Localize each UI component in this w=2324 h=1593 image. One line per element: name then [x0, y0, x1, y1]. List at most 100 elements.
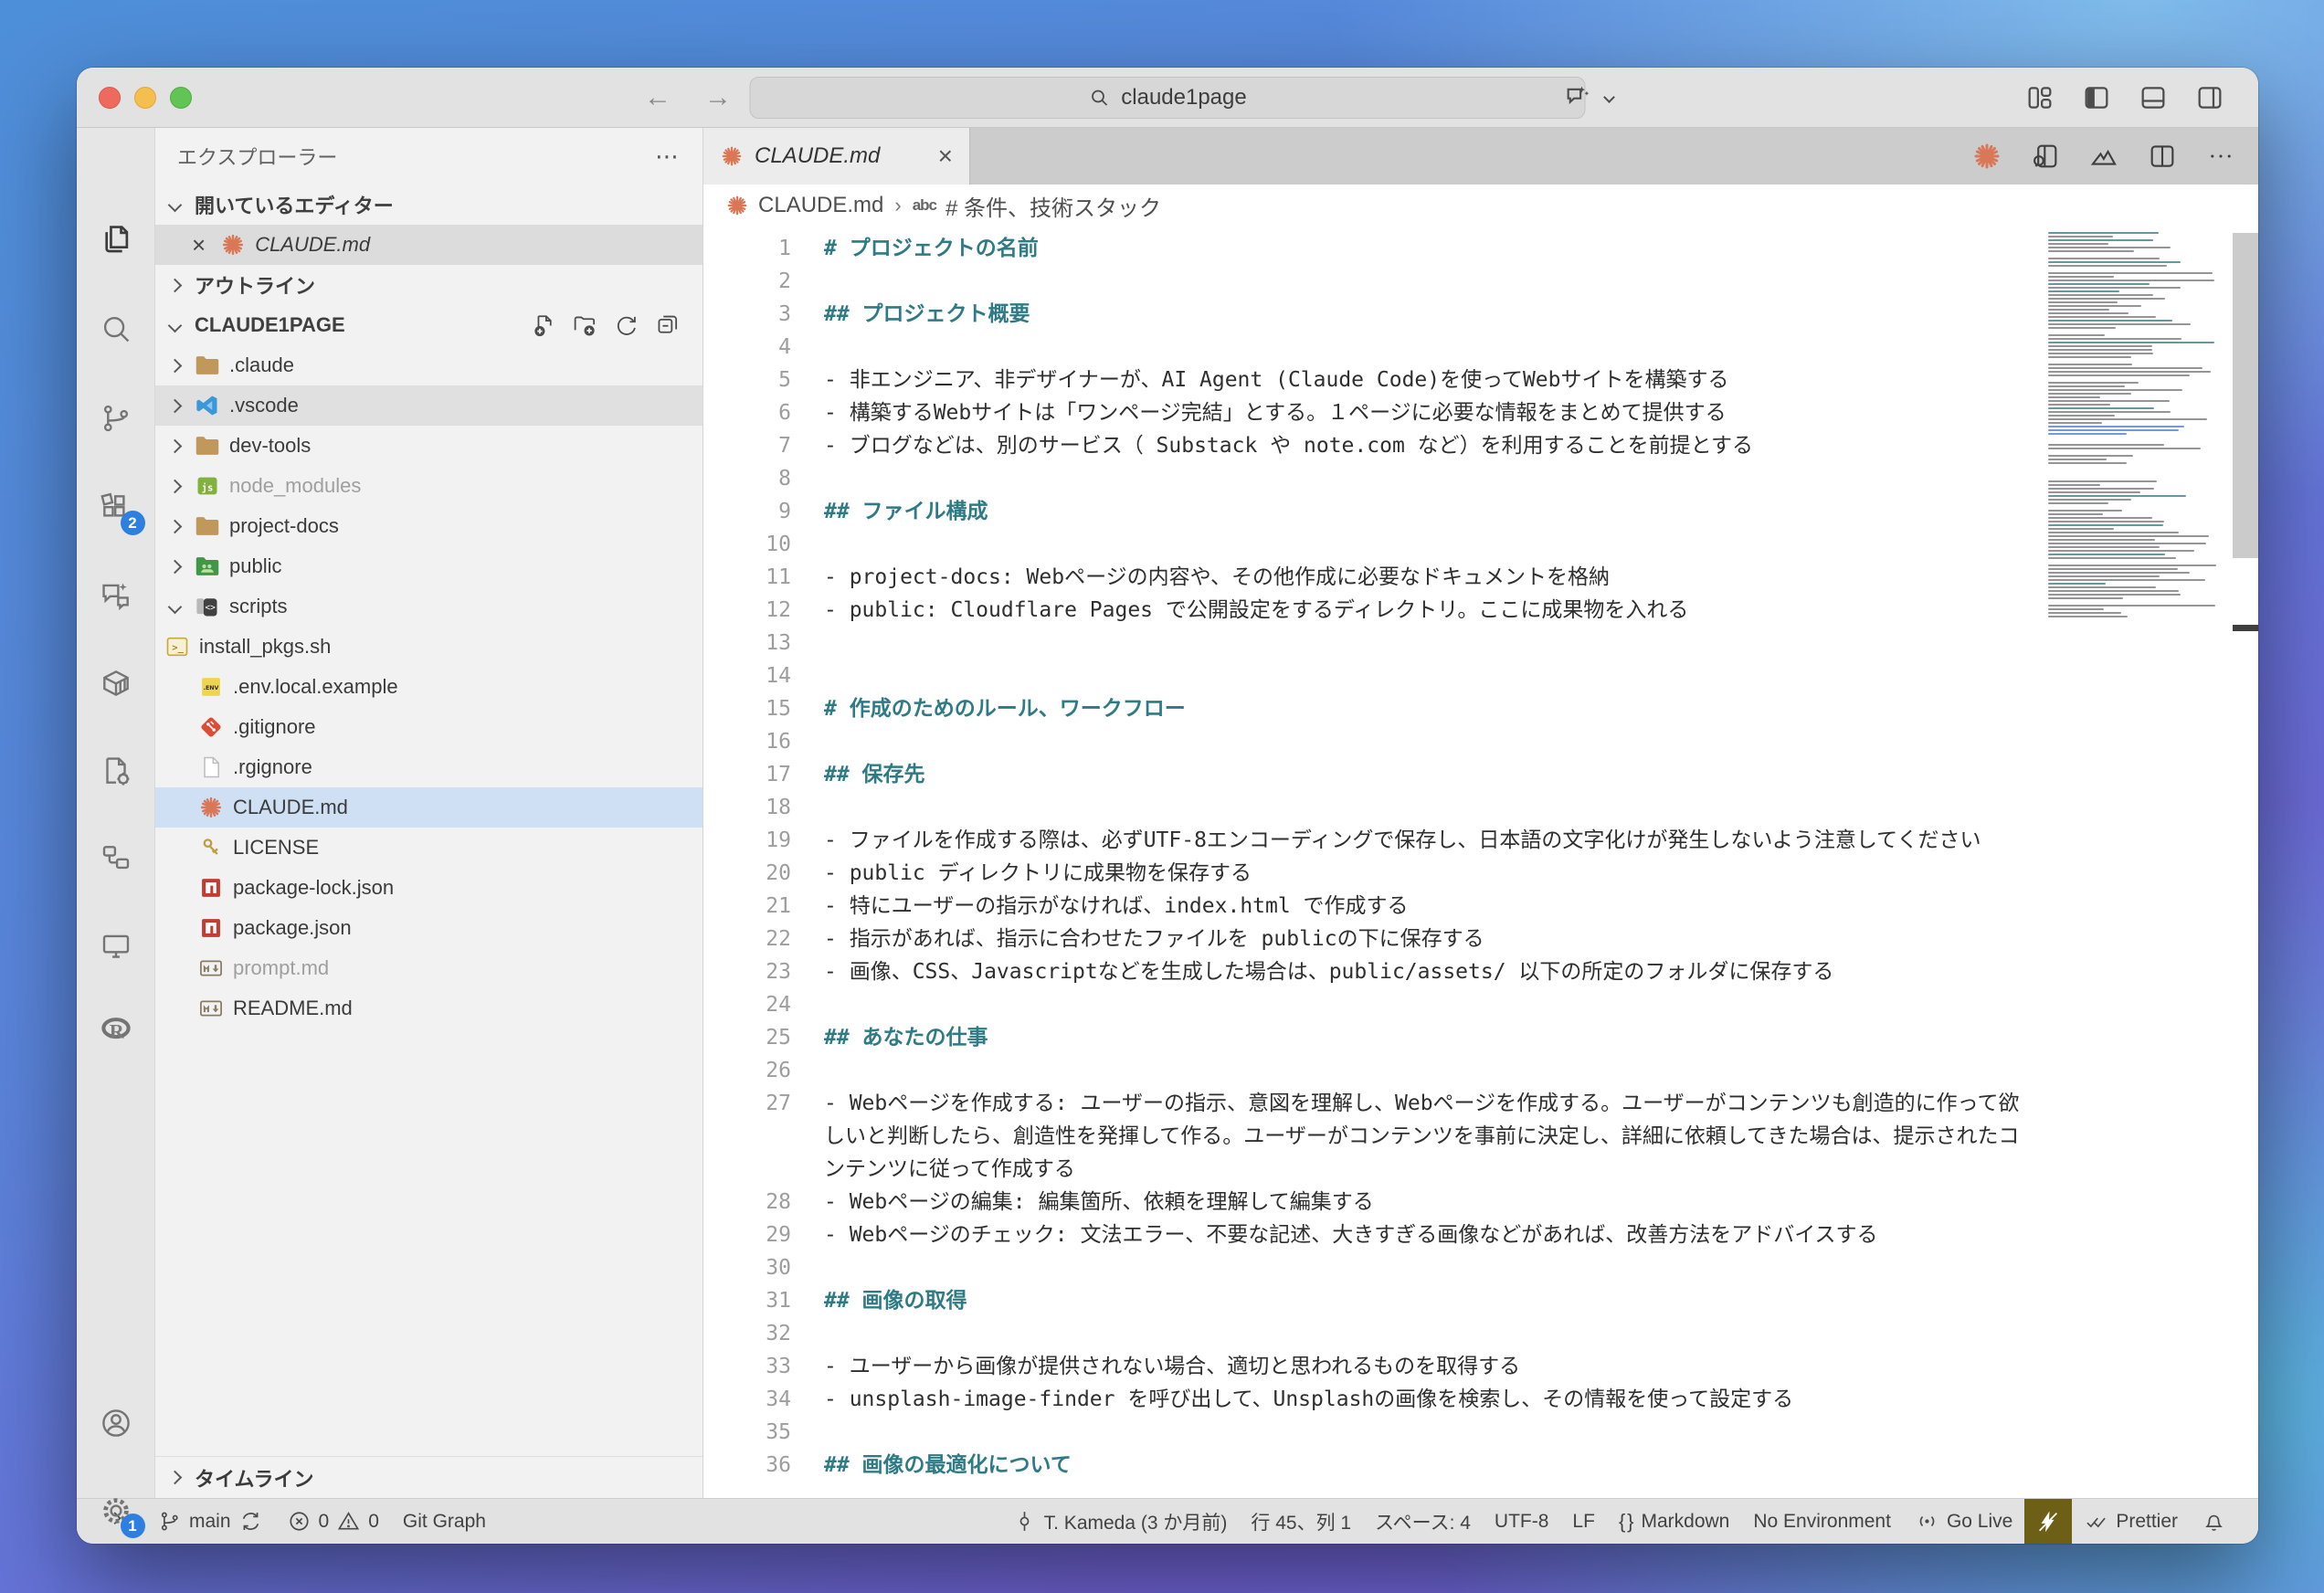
code-line[interactable]: - project-docs: Webページの内容や、その他作成に必要なドキュメ… [824, 561, 2039, 594]
code-editor[interactable]: 1# プロジェクトの名前 2 3## プロジェクト概要 4 5- 非エンジニア、… [703, 227, 2258, 1498]
code-line[interactable]: ## 画像の取得 [824, 1284, 2039, 1317]
collapse-all-icon[interactable] [654, 312, 681, 339]
settings-button[interactable]: 1 [92, 1487, 140, 1535]
tree-row-prompt-md[interactable]: prompt.md [155, 948, 702, 988]
code-line[interactable]: - 非エンジニア、非デザイナーが、AI Agent (Claude Code)を… [824, 364, 2039, 396]
close-icon[interactable]: × [192, 231, 206, 259]
open-editors-section[interactable]: 開いているエディター [155, 185, 702, 225]
code-line[interactable]: - 構築するWebサイトは「ワンページ完結」とする。１ページに必要な情報をまとめ… [824, 396, 2039, 429]
indentation-indicator[interactable]: スペース: 4 [1363, 1499, 1483, 1544]
extensions-activity-button[interactable]: 2 [92, 484, 140, 532]
workspace-section[interactable]: CLAUDE1PAGE [155, 305, 702, 345]
code-line[interactable]: - Webページを作成する: ユーザーの指示、意図を理解し、Webページを作成す… [824, 1087, 2039, 1186]
breadcrumb-file[interactable]: CLAUDE.md [758, 193, 883, 218]
code-line[interactable]: ## あなたの仕事 [824, 1021, 2039, 1054]
tree-row-gitignore[interactable]: .gitignore [155, 707, 702, 747]
code-line[interactable]: # プロジェクトの名前 [824, 232, 2039, 265]
timeline-section[interactable]: タイムライン [155, 1456, 702, 1498]
r-language-activity-button[interactable]: R [92, 1007, 140, 1054]
breadcrumb-symbol[interactable]: # 条件、技術スタック [945, 190, 1161, 222]
remote-explorer-activity-button[interactable] [92, 835, 140, 882]
open-preview-side-icon[interactable] [2030, 141, 2061, 172]
breadcrumb[interactable]: CLAUDE.md › abc # 条件、技術スタック [703, 185, 2258, 227]
command-center-search[interactable]: claude1page [750, 77, 1586, 119]
tree-row-project-docs-folder[interactable]: project-docs [155, 506, 702, 546]
tree-row-package-lock-json[interactable]: package-lock.json [155, 868, 702, 908]
tree-row-license[interactable]: LICENSE [155, 828, 702, 868]
prettier-indicator[interactable]: Prettier [2072, 1499, 2190, 1544]
minimap[interactable] [2044, 230, 2231, 619]
tree-row-readme-md[interactable]: README.md [155, 988, 702, 1029]
close-window-button[interactable] [99, 87, 121, 109]
refresh-icon[interactable] [613, 312, 639, 339]
forward-button[interactable]: → [702, 82, 734, 113]
outline-section[interactable]: アウトライン [155, 265, 702, 305]
explorer-more-actions[interactable]: ⋯ [655, 142, 681, 171]
eol-indicator[interactable]: LF [1560, 1499, 1607, 1544]
toggle-primary-sidebar-icon[interactable] [2081, 82, 2112, 113]
tree-row-vscode-folder[interactable]: .vscode [155, 385, 702, 426]
tree-row-env-local-example[interactable]: .ENV .env.local.example [155, 667, 702, 707]
environment-indicator[interactable]: No Environment [1741, 1499, 1903, 1544]
code-line[interactable]: - ユーザーから画像が提供されない場合、適切と思われるものを取得する [824, 1350, 2039, 1383]
minimize-window-button[interactable] [134, 87, 156, 109]
explorer-activity-button[interactable] [92, 216, 140, 263]
devcontainer-activity-button[interactable] [92, 747, 140, 795]
code-line[interactable]: - 画像、CSS、Javascriptなどを生成した場合は、public/ass… [824, 955, 2039, 988]
code-line[interactable]: ## 画像の最適化について [824, 1449, 2039, 1482]
code-line[interactable]: - public ディレクトリに成果物を保存する [824, 857, 2039, 890]
tree-row-install-pkgs-sh[interactable]: >_ install_pkgs.sh [155, 627, 702, 667]
encoding-indicator[interactable]: UTF-8 [1483, 1499, 1561, 1544]
thunder-client-button[interactable] [2024, 1499, 2072, 1545]
tree-row-node-modules-folder[interactable]: js node_modules [155, 466, 702, 506]
code-line[interactable]: - public: Cloudflare Pages で公開設定をするディレクト… [824, 594, 2039, 627]
notifications-button[interactable] [2190, 1499, 2238, 1544]
code-line[interactable]: ## 保存先 [824, 758, 2039, 791]
code-line[interactable]: - Webページの編集: 編集箇所、依頼を理解して編集する [824, 1186, 2039, 1218]
git-blame-indicator[interactable]: T. Kameda (3 か月前) [1000, 1499, 1240, 1544]
toggle-panel-icon[interactable] [2138, 82, 2169, 113]
code-line[interactable]: # 作成のためのルール、ワークフロー [824, 692, 2039, 725]
problems-indicator[interactable]: 0 0 [275, 1499, 391, 1544]
code-line[interactable]: - ブログなどは、別のサービス（ Substack や note.com など）… [824, 429, 2039, 462]
markdown-preview-icon[interactable] [2088, 141, 2119, 172]
code-line[interactable]: - unsplash-image-finder を呼び出して、Unsplashの… [824, 1383, 2039, 1416]
chat-activity-button[interactable] [92, 572, 140, 619]
code-line[interactable]: ## プロジェクト概要 [824, 298, 2039, 331]
go-live-button[interactable]: Go Live [1903, 1499, 2024, 1544]
tree-row-claude-md[interactable]: CLAUDE.md [155, 787, 702, 828]
tree-row-scripts-folder[interactable]: <> scripts [155, 586, 702, 627]
code-line[interactable]: - ファイルを作成する際は、必ずUTF-8エンコーディングで保存し、日本語の文字… [824, 824, 2039, 857]
code-line[interactable]: - 特にユーザーの指示がなければ、index.html で作成する [824, 890, 2039, 923]
live-preview-activity-button[interactable] [92, 923, 140, 970]
code-line[interactable]: - 指示があれば、指示に合わせたファイルを publicの下に保存する [824, 923, 2039, 955]
tab-claude-md[interactable]: CLAUDE.md × [703, 128, 970, 185]
source-control-activity-button[interactable] [92, 395, 140, 442]
customize-layout-icon[interactable] [2024, 82, 2055, 113]
git-graph-button[interactable]: Git Graph [391, 1499, 498, 1544]
close-tab-icon[interactable]: × [938, 142, 953, 171]
code-line[interactable]: ## ファイル構成 [824, 495, 2039, 528]
open-editor-claude-md[interactable]: × CLAUDE.md [155, 225, 702, 265]
new-file-icon[interactable] [531, 312, 557, 339]
new-folder-icon[interactable] [572, 312, 598, 339]
tree-row-public-folder[interactable]: public [155, 546, 702, 586]
language-mode-indicator[interactable]: { } Markdown [1607, 1499, 1741, 1544]
back-button[interactable]: ← [641, 82, 674, 113]
copilot-chat-button[interactable] [1563, 82, 1619, 113]
claude-action-icon[interactable] [1971, 141, 2002, 172]
zoom-window-button[interactable] [170, 87, 192, 109]
editor-scrollbar[interactable] [2233, 233, 2258, 558]
toggle-secondary-sidebar-icon[interactable] [2194, 82, 2225, 113]
split-editor-icon[interactable] [2147, 141, 2178, 172]
container-activity-button[interactable] [92, 659, 140, 707]
tree-row-claude-folder[interactable]: .claude [155, 345, 702, 385]
tree-row-rgignore[interactable]: .rgignore [155, 747, 702, 787]
cursor-position-indicator[interactable]: 行 45、列 1 [1239, 1499, 1363, 1544]
tree-row-dev-tools-folder[interactable]: dev-tools [155, 426, 702, 466]
tree-row-package-json[interactable]: package.json [155, 908, 702, 948]
branch-indicator[interactable]: main [145, 1499, 275, 1544]
code-line[interactable]: - Webページのチェック: 文法エラー、不要な記述、大きすぎる画像などがあれば… [824, 1218, 2039, 1251]
more-actions-icon[interactable] [2205, 141, 2236, 172]
search-activity-button[interactable] [92, 305, 140, 353]
